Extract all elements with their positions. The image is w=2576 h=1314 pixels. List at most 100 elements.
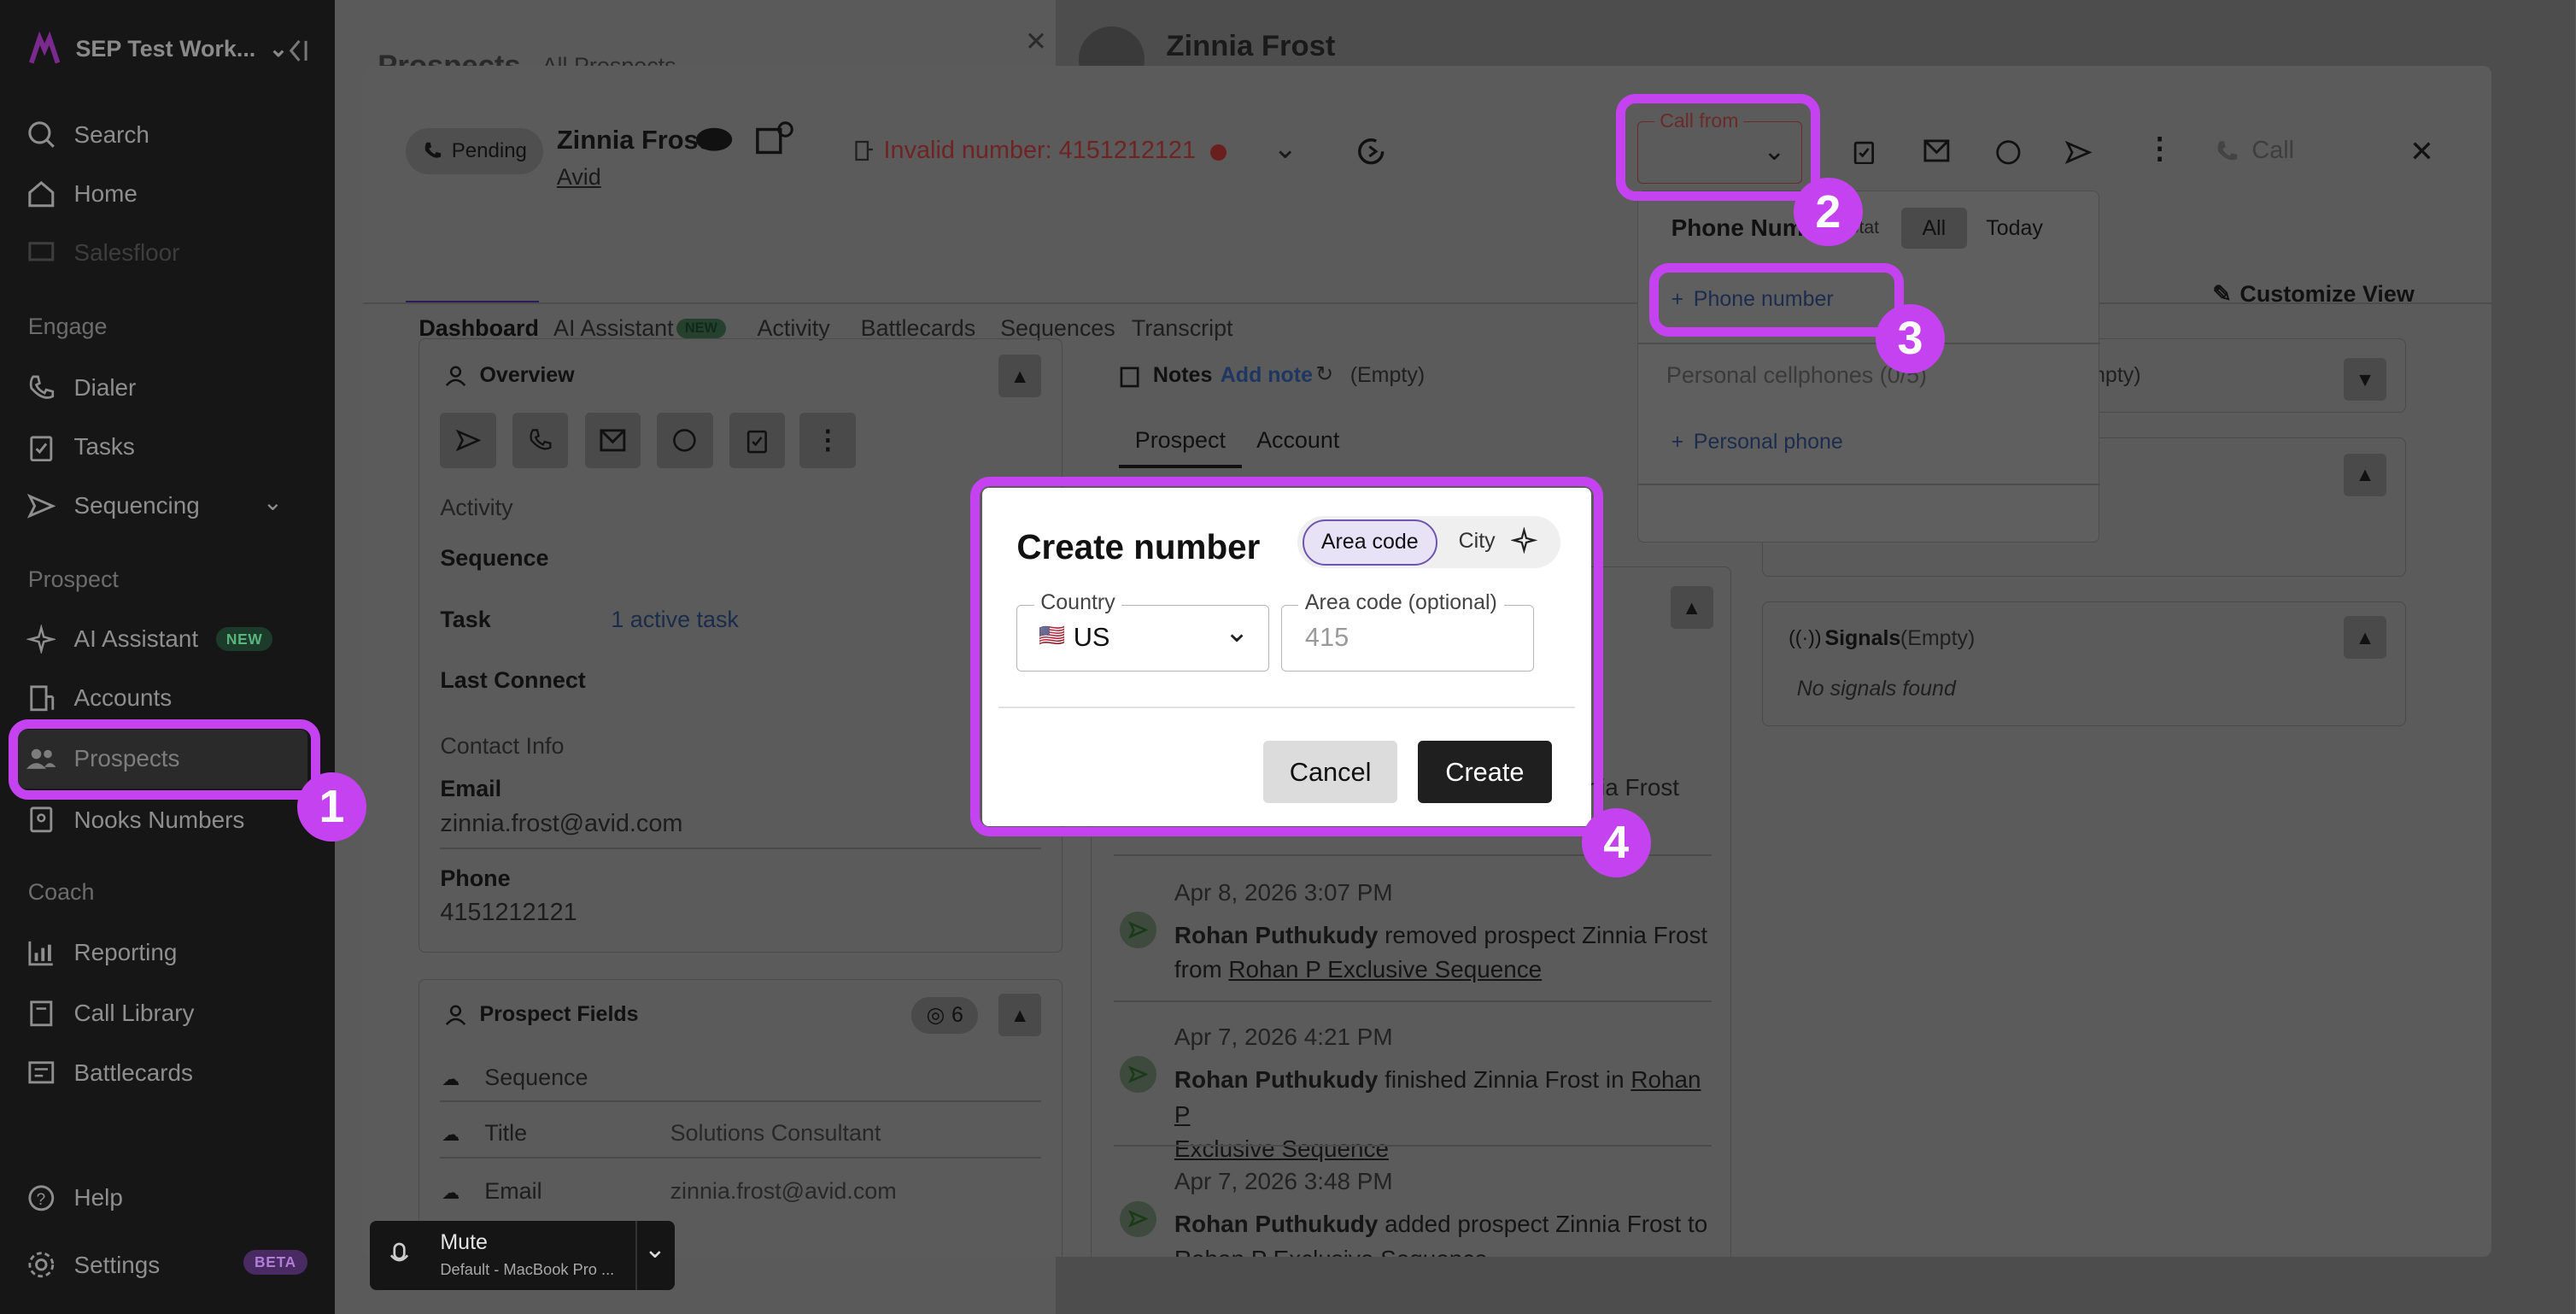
sidebar-item-help[interactable]: ? Help xyxy=(26,1180,123,1216)
collapse-button[interactable]: ▲ xyxy=(2344,453,2387,496)
section-prospect: Prospect xyxy=(27,566,119,593)
task-label: Task xyxy=(440,606,491,632)
sidebar-item-call-library[interactable]: Call Library xyxy=(26,995,194,1031)
expand-button[interactable]: ▼ xyxy=(2344,358,2387,402)
sidebar-item-label: Battlecards xyxy=(73,1059,193,1086)
collapse-overview-button[interactable]: ▲ xyxy=(998,355,1042,398)
status-dot xyxy=(1210,144,1227,161)
sidebar-item-nooks-numbers[interactable]: Nooks Numbers xyxy=(26,801,245,837)
pencil-icon: ✎ xyxy=(2212,280,2232,307)
sms-action-button[interactable] xyxy=(657,412,713,469)
workspace-switcher[interactable]: SEP Test Work... ⌄ xyxy=(26,31,288,67)
add-personal-phone-button[interactable]: + Personal phone xyxy=(1671,430,1843,455)
email-action-button[interactable] xyxy=(584,412,641,469)
divider xyxy=(1113,1000,1712,1002)
sidebar-item-ai-assistant[interactable]: AI Assistant NEW xyxy=(26,621,273,657)
sidebar: SEP Test Work... ⌄ Search Home Salesfloo… xyxy=(0,0,336,1314)
call-action-button[interactable] xyxy=(512,412,569,469)
sidebar-item-settings[interactable]: Settings xyxy=(26,1247,160,1283)
sidebar-item-battlecards[interactable]: Battlecards xyxy=(26,1055,193,1091)
sequence-link[interactable]: Exclusive Sequence xyxy=(1174,1135,1389,1162)
chevron-down-icon[interactable]: ⌄ xyxy=(263,488,283,516)
section-coach: Coach xyxy=(27,878,95,905)
activity-text: Rohan Puthukudy finished Zinnia Frost in… xyxy=(1174,1066,1701,1162)
customize-view-button[interactable]: ✎ Customize View xyxy=(2212,281,2415,308)
divider xyxy=(1638,484,2100,486)
person-icon xyxy=(445,366,466,386)
refresh-icon[interactable] xyxy=(1355,135,1387,167)
sidebar-item-label: Help xyxy=(73,1183,123,1211)
cards-icon xyxy=(28,1061,54,1084)
collapse-fields-button[interactable]: ▲ xyxy=(998,994,1042,1037)
chevron-up-icon: ▲ xyxy=(2355,625,2375,648)
refresh-icon[interactable]: ↻ xyxy=(1315,361,1333,387)
field-value: zinnia.frost@avid.com xyxy=(670,1177,897,1204)
library-icon xyxy=(30,1000,53,1027)
company-link[interactable]: Avid xyxy=(557,164,601,191)
contact-book-icon xyxy=(30,807,53,833)
sidebar-item-label: Tasks xyxy=(73,433,135,460)
mute-bar[interactable]: Mute Default - MacBook Pro ... ⌄ xyxy=(369,1220,676,1290)
sequence-link[interactable]: Rohan P Exclusive Sequence xyxy=(1174,1246,1488,1257)
chevron-up-icon: ▲ xyxy=(2355,463,2375,486)
task-action-button[interactable] xyxy=(729,412,786,469)
new-badge: NEW xyxy=(216,626,273,652)
email-value[interactable]: zinnia.frost@avid.com xyxy=(440,810,682,838)
chevron-down-icon[interactable]: ⌄ xyxy=(1273,132,1297,166)
sms-icon[interactable] xyxy=(1994,138,2023,167)
sidebar-item-salesfloor[interactable]: Salesfloor xyxy=(26,235,179,271)
salesforce-icon[interactable] xyxy=(694,123,734,153)
chevron-down-icon: ▼ xyxy=(2355,367,2375,390)
phone-icon xyxy=(29,375,54,399)
chevron-up-icon: ▲ xyxy=(1682,595,1702,619)
divider xyxy=(1113,1145,1712,1147)
sparkle-icon xyxy=(26,624,56,654)
chevron-down-icon[interactable]: ⌄ xyxy=(644,1234,666,1264)
phone-value[interactable]: 4151212121 xyxy=(440,899,577,927)
call-button[interactable]: Call xyxy=(2251,137,2294,165)
filter-today-button[interactable]: Today xyxy=(1975,208,2053,249)
sidebar-item-label: Nooks Numbers xyxy=(73,806,245,833)
building-icon xyxy=(855,141,873,161)
beta-badge: BETA xyxy=(243,1250,308,1276)
add-note-link[interactable]: Add note xyxy=(1221,363,1313,388)
phone-number-dropdown: Phone Numb Stat All Today + Phone number … xyxy=(1637,191,2100,543)
sidebar-item-reporting[interactable]: Reporting xyxy=(26,935,177,971)
activity-time: Apr 7, 2026 4:21 PM xyxy=(1174,1024,1393,1050)
notes-tab-account[interactable]: Account xyxy=(1256,427,1339,454)
more-options-icon[interactable]: ⋮ xyxy=(2145,132,2175,166)
collapse-activity-button[interactable]: ▲ xyxy=(1670,586,1713,630)
sequence-action-button[interactable] xyxy=(440,412,496,469)
svg-text:?: ? xyxy=(36,1191,45,1209)
highlight-add-phone-number xyxy=(1648,262,1904,337)
sidebar-item-home[interactable]: Home xyxy=(26,176,138,212)
activity-label: Activity xyxy=(440,494,513,520)
highlight-call-from xyxy=(1616,93,1820,201)
more-actions-button[interactable]: ⋮ xyxy=(799,412,856,469)
prospect-fields-title: Prospect Fields xyxy=(479,1002,639,1027)
filter-all-button[interactable]: All xyxy=(1900,208,1967,249)
clipboard-check-icon[interactable] xyxy=(1851,138,1877,165)
collapse-signals-button[interactable]: ▲ xyxy=(2344,616,2387,660)
sequence-link[interactable]: Rohan P Exclusive Sequence xyxy=(1228,956,1542,983)
notes-tab-prospect[interactable]: Prospect xyxy=(1135,427,1226,454)
active-task-link[interactable]: 1 active task xyxy=(611,607,739,633)
hidden-fields-badge[interactable]: ◎ 6 xyxy=(911,997,979,1034)
sidebar-item-search[interactable]: Search xyxy=(26,117,149,153)
sidebar-item-accounts[interactable]: Accounts xyxy=(26,680,172,716)
close-modal-icon[interactable]: ✕ xyxy=(2409,135,2434,169)
nooks-logo-icon xyxy=(28,31,61,63)
email-icon[interactable] xyxy=(1923,139,1950,162)
chevron-up-icon: ▲ xyxy=(1010,1003,1030,1026)
close-icon[interactable]: ✕ xyxy=(1025,26,1047,57)
sidebar-item-dialer[interactable]: Dialer xyxy=(26,370,136,406)
sidebar-item-tasks[interactable]: Tasks xyxy=(26,429,135,465)
field-label: Email xyxy=(484,1177,542,1204)
linkedin-search-icon[interactable] xyxy=(754,120,797,155)
field-label: Sequence xyxy=(484,1065,588,1091)
collapse-sidebar-icon[interactable] xyxy=(286,38,309,64)
phone-icon xyxy=(2217,140,2238,160)
plus-icon: + xyxy=(1671,429,1684,454)
send-icon[interactable] xyxy=(2064,138,2093,167)
sidebar-item-sequencing[interactable]: Sequencing xyxy=(26,488,200,524)
